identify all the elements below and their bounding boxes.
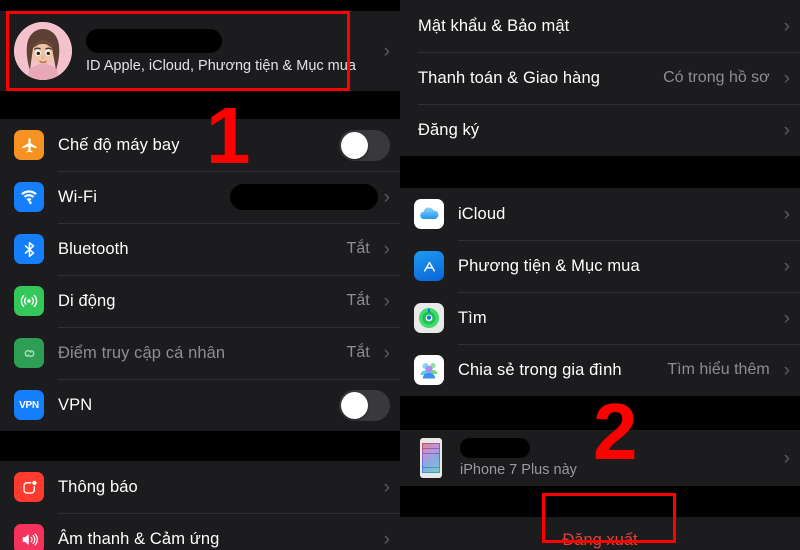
row-value: Tắt bbox=[346, 344, 370, 361]
annotation-number-1: 1 bbox=[206, 91, 251, 180]
row-label: Âm thanh & Cảm ứng bbox=[58, 529, 220, 548]
chevron-right-icon: › bbox=[783, 119, 790, 141]
connectivity-group: Chế độ máy bay Wi-Fi › Bluetooth Tắt › D… bbox=[0, 119, 400, 431]
account-subtitle: ID Apple, iCloud, Phương tiện & Mục mua bbox=[86, 57, 356, 74]
chevron-right-icon: › bbox=[783, 447, 790, 469]
row-notifications[interactable]: Thông báo › bbox=[0, 461, 400, 513]
annotation-number-2: 2 bbox=[593, 387, 638, 476]
settings-main-panel: ID Apple, iCloud, Phương tiện & Mục mua … bbox=[0, 0, 400, 550]
row-bluetooth[interactable]: Bluetooth Tắt › bbox=[0, 223, 400, 275]
row-value: Tắt bbox=[346, 292, 370, 309]
sign-out-group: Đăng xuất bbox=[400, 517, 800, 550]
row-label: Phương tiện & Mục mua bbox=[458, 256, 640, 275]
row-icloud[interactable]: iCloud › bbox=[400, 188, 800, 240]
device-text: iPhone 7 Plus này bbox=[460, 438, 577, 478]
chevron-right-icon: › bbox=[783, 15, 790, 37]
memoji-avatar bbox=[14, 22, 72, 80]
group-gap-2 bbox=[0, 431, 400, 461]
row-media-purchases[interactable]: Phương tiện & Mục mua › bbox=[400, 240, 800, 292]
vpn-icon: VPN bbox=[14, 390, 44, 420]
hotspot-icon bbox=[14, 338, 44, 368]
row-password-security[interactable]: Mật khẩu & Bảo mật › bbox=[400, 0, 800, 52]
device-name-redacted bbox=[460, 438, 530, 458]
row-cellular[interactable]: Di động Tắt › bbox=[0, 275, 400, 327]
right-group-gap-1 bbox=[400, 156, 800, 188]
account-name-redacted bbox=[86, 28, 222, 53]
chevron-right-icon: › bbox=[383, 238, 390, 260]
row-label: iCloud bbox=[458, 204, 506, 223]
app-store-icon bbox=[414, 251, 444, 281]
chevron-right-icon: › bbox=[783, 67, 790, 89]
chevron-right-icon: › bbox=[783, 203, 790, 225]
wifi-icon bbox=[14, 182, 44, 212]
row-sounds-haptics[interactable]: Âm thanh & Cảm ứng › bbox=[0, 513, 400, 550]
sign-out-label: Đăng xuất bbox=[562, 530, 638, 549]
chevron-right-icon: › bbox=[383, 342, 390, 364]
iphone-thumbnail-icon bbox=[420, 438, 442, 478]
row-label: Di động bbox=[58, 291, 116, 310]
find-my-icon bbox=[414, 303, 444, 333]
row-value: Tìm hiểu thêm bbox=[667, 361, 770, 378]
vpn-toggle[interactable] bbox=[339, 389, 390, 421]
iphone-screen bbox=[422, 443, 440, 473]
family-sharing-icon bbox=[414, 355, 444, 385]
row-label: Wi-Fi bbox=[58, 187, 97, 206]
row-value: Có trong hồ sơ bbox=[663, 69, 770, 86]
icloud-icon bbox=[414, 199, 444, 229]
account-header-row[interactable]: ID Apple, iCloud, Phương tiện & Mục mua … bbox=[0, 11, 400, 91]
row-label: Mật khẩu & Bảo mật bbox=[418, 16, 570, 35]
chevron-right-icon: › bbox=[383, 528, 390, 550]
sounds-icon bbox=[14, 524, 44, 550]
device-subtitle: iPhone 7 Plus này bbox=[460, 462, 577, 478]
row-vpn[interactable]: VPN VPN bbox=[0, 379, 400, 431]
group-gap-1 bbox=[0, 91, 400, 119]
row-find-my[interactable]: Tìm › bbox=[400, 292, 800, 344]
row-payment-shipping[interactable]: Thanh toán & Giao hàng Có trong hồ sơ › bbox=[400, 52, 800, 104]
row-label: Đăng ký bbox=[418, 120, 480, 139]
row-label: Thông báo bbox=[58, 477, 138, 496]
row-label: Thanh toán & Giao hàng bbox=[418, 68, 600, 87]
chevron-right-icon: › bbox=[783, 255, 790, 277]
toggle-knob bbox=[341, 131, 368, 159]
chevron-right-icon: › bbox=[783, 307, 790, 329]
row-subscriptions[interactable]: Đăng ký › bbox=[400, 104, 800, 156]
sign-out-button[interactable]: Đăng xuất bbox=[400, 517, 800, 550]
airplane-icon bbox=[14, 130, 44, 160]
chevron-right-icon: › bbox=[383, 40, 390, 62]
bluetooth-icon bbox=[14, 234, 44, 264]
row-airplane-mode[interactable]: Chế độ máy bay bbox=[0, 119, 400, 171]
cellular-icon bbox=[14, 286, 44, 316]
row-wifi[interactable]: Wi-Fi › bbox=[0, 171, 400, 223]
apple-id-panel: Mật khẩu & Bảo mật › Thanh toán & Giao h… bbox=[400, 0, 800, 550]
chevron-right-icon: › bbox=[383, 476, 390, 498]
screenshot-root: ID Apple, iCloud, Phương tiện & Mục mua … bbox=[0, 0, 800, 550]
account-text: ID Apple, iCloud, Phương tiện & Mục mua bbox=[86, 28, 356, 74]
row-label: Tìm bbox=[458, 308, 487, 327]
row-label: Chia sẻ trong gia đình bbox=[458, 360, 622, 379]
chevron-right-icon: › bbox=[783, 359, 790, 381]
account-settings-group: Mật khẩu & Bảo mật › Thanh toán & Giao h… bbox=[400, 0, 800, 156]
row-label: VPN bbox=[58, 395, 93, 414]
notifications-icon bbox=[14, 472, 44, 502]
row-label: Điểm truy cập cá nhân bbox=[58, 343, 226, 362]
top-spacer bbox=[0, 0, 400, 11]
services-group: iCloud › Phương tiện & Mục mua › Tìm › C… bbox=[400, 188, 800, 396]
chevron-right-icon: › bbox=[383, 186, 390, 208]
toggle-knob bbox=[341, 391, 368, 419]
system-group: Thông báo › Âm thanh & Cảm ứng › bbox=[0, 461, 400, 550]
row-value: Tắt bbox=[346, 240, 370, 257]
right-group-gap-3 bbox=[400, 486, 800, 517]
chevron-right-icon: › bbox=[383, 290, 390, 312]
row-label: Chế độ máy bay bbox=[58, 135, 180, 154]
row-personal-hotspot[interactable]: Điểm truy cập cá nhân Tắt › bbox=[0, 327, 400, 379]
wifi-network-redacted bbox=[229, 184, 378, 210]
row-label: Bluetooth bbox=[58, 239, 129, 258]
airplane-mode-toggle[interactable] bbox=[339, 129, 390, 161]
